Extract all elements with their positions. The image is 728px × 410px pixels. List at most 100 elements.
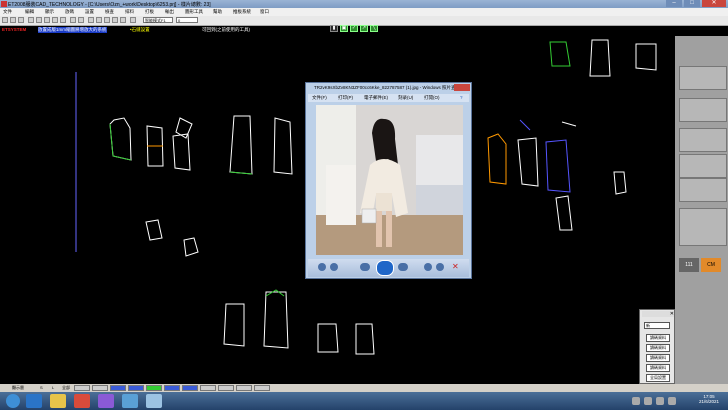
status-cell[interactable] (200, 385, 216, 391)
status-cell[interactable] (74, 385, 90, 391)
close-button[interactable]: ✕ (702, 0, 726, 7)
menu-item-grade[interactable]: 放碼 (65, 9, 74, 15)
delete-icon[interactable]: ✕ (452, 263, 460, 271)
tray-icon[interactable] (632, 397, 640, 405)
dialog-button-2[interactable]: 讀碼資料 (646, 344, 670, 352)
cm-tool-icon[interactable]: CM (701, 258, 721, 272)
zoom-icon[interactable] (318, 263, 326, 271)
viewer-menu-print[interactable]: 打印(P) (338, 95, 353, 101)
measure-icon[interactable] (88, 17, 94, 23)
pattern-piece[interactable] (487, 133, 507, 185)
previous-icon[interactable] (360, 263, 370, 271)
ie-icon[interactable] (26, 394, 42, 408)
line-tool-icon[interactable]: ╲ (370, 25, 378, 32)
check-tool-icon[interactable]: ✓ (350, 25, 358, 32)
menu-item-edit[interactable]: 編輯 (25, 9, 34, 15)
next-icon[interactable] (398, 263, 408, 271)
pattern-piece[interactable] (183, 237, 199, 257)
help-icon[interactable]: ? (460, 95, 463, 100)
volume-icon[interactable] (656, 397, 664, 405)
menu-item-help[interactable]: 幫助 (213, 9, 222, 15)
pattern-piece[interactable] (549, 41, 571, 67)
pattern-piece[interactable] (229, 115, 253, 175)
app-icon-taskbar[interactable] (122, 394, 138, 408)
menu-item-window[interactable]: 窗口 (260, 9, 269, 15)
status-cell[interactable] (92, 385, 108, 391)
status-cell[interactable] (182, 385, 198, 391)
color-icon[interactable] (112, 17, 118, 23)
chrome-icon[interactable] (74, 394, 90, 408)
layer-icon[interactable] (104, 17, 110, 23)
size-label-s[interactable]: S (40, 385, 43, 391)
save-icon[interactable] (18, 17, 24, 23)
network-icon[interactable] (644, 397, 652, 405)
undo-icon[interactable] (70, 17, 76, 23)
pattern-group-left[interactable] (109, 115, 293, 257)
tool-preset-5[interactable] (679, 178, 727, 202)
dialog-button-5[interactable]: 全局設置 (646, 374, 670, 382)
clock[interactable]: 17:05 21/6/2021 (692, 394, 726, 404)
pattern-piece[interactable] (555, 195, 573, 231)
maximize-button[interactable]: □ (684, 0, 700, 7)
pattern-piece[interactable] (145, 219, 163, 241)
grid-icon[interactable] (96, 17, 102, 23)
size-tool-icon[interactable]: 111 (679, 258, 699, 272)
tool-preset-4[interactable] (679, 154, 727, 178)
zoom-window-icon[interactable] (52, 17, 58, 23)
size-select[interactable]: 0 (176, 17, 198, 23)
snap-tool-icon[interactable]: ▣ (340, 25, 348, 32)
battery-icon[interactable] (668, 397, 676, 405)
move-tool-icon[interactable]: ↗ (360, 25, 368, 32)
pattern-piece[interactable] (223, 303, 245, 347)
paint-icon[interactable] (98, 394, 114, 408)
rotate-left-icon[interactable] (424, 263, 432, 271)
rotate-right-icon[interactable] (436, 263, 444, 271)
pattern-piece[interactable] (273, 117, 293, 175)
menu-item-grading-system[interactable]: 推板系統 (233, 9, 251, 15)
tool-preset-3[interactable] (679, 128, 727, 152)
viewer-menu-open[interactable]: 打開(O) (424, 95, 440, 101)
pattern-piece[interactable] (172, 133, 191, 171)
viewer-close-button[interactable] (454, 84, 470, 91)
open-file-icon[interactable] (10, 17, 16, 23)
ruler-icon[interactable] (120, 17, 126, 23)
start-button[interactable] (6, 394, 20, 408)
viewer-menu-burn[interactable]: 刻录(U) (398, 95, 413, 101)
pattern-piece[interactable] (317, 323, 339, 353)
photo-viewer-taskbar-icon[interactable] (146, 394, 162, 408)
dialog-button-4[interactable]: 讀碼資料 (646, 364, 670, 372)
status-cell[interactable] (128, 385, 144, 391)
status-cell[interactable] (218, 385, 234, 391)
pattern-piece[interactable] (589, 39, 611, 77)
tool-preset-6[interactable] (679, 208, 727, 246)
menu-item-pattern[interactable]: 打板 (145, 9, 154, 15)
print-icon[interactable] (130, 17, 136, 23)
status-cell[interactable] (164, 385, 180, 391)
dialog-button-1[interactable]: 讀碼資料 (646, 334, 670, 342)
all-sizes-button[interactable]: 全部 (62, 385, 70, 391)
slideshow-icon[interactable] (376, 260, 394, 276)
dialog-close-icon[interactable]: ✕ (642, 311, 674, 317)
status-cell[interactable] (146, 385, 162, 391)
actual-size-icon[interactable] (330, 263, 338, 271)
menu-item-view[interactable]: 顯示 (45, 9, 54, 15)
menu-item-settings[interactable]: 設置 (85, 9, 94, 15)
pattern-piece[interactable] (613, 171, 627, 195)
menu-item-check[interactable]: 檢查 (105, 9, 114, 15)
menu-item-file[interactable]: 文件 (3, 9, 12, 15)
tool-preset-1[interactable] (679, 66, 727, 90)
pattern-piece[interactable] (263, 291, 289, 349)
pan-icon[interactable] (60, 17, 66, 23)
pattern-piece[interactable] (545, 139, 571, 193)
zoom-fit-icon[interactable] (44, 17, 50, 23)
dialog-button-3[interactable]: 讀碼資料 (646, 354, 670, 362)
zoom-out-icon[interactable] (36, 17, 42, 23)
new-file-icon[interactable] (2, 17, 8, 23)
status-cell[interactable] (236, 385, 252, 391)
redo-icon[interactable] (78, 17, 84, 23)
viewer-menu-email[interactable]: 電子郵件(E) (364, 95, 388, 101)
pattern-group-bottom[interactable] (223, 289, 375, 355)
status-cell[interactable] (254, 385, 270, 391)
dialog-select[interactable]: 新 (644, 322, 670, 329)
menu-item-marker[interactable]: 排料 (125, 9, 134, 15)
